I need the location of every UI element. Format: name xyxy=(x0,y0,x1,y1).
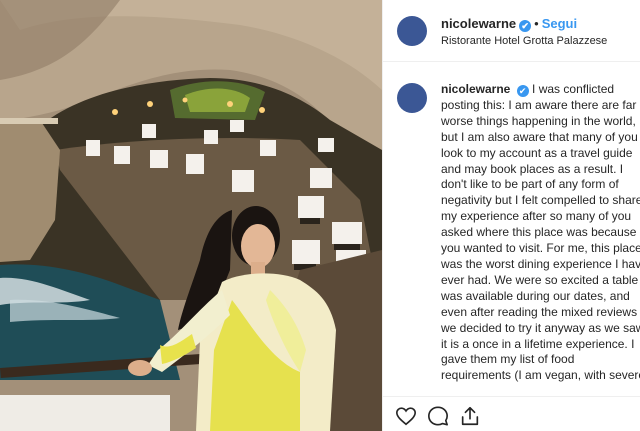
caption-line: asked where this place was because xyxy=(441,225,637,240)
caption-line: requirements (I am vegan, with severe xyxy=(441,368,640,383)
post-sidebar: nicolewarne ✔ • Segui Ristorante Hotel Grot… xyxy=(382,0,640,431)
caption-line: and may book places as a result. I xyxy=(441,161,624,176)
caption-username-link[interactable]: nicolewarne xyxy=(441,82,510,96)
caption-line: posting this: I am aware there are far xyxy=(441,97,637,112)
post-header: nicolewarne ✔ • Segui Ristorante Hotel Grot… xyxy=(383,0,640,62)
caption-line: gave them my list of food xyxy=(441,352,575,367)
instagram-post: nicolewarne ✔ • Segui Ristorante Hotel Grot… xyxy=(0,0,640,431)
action-bar xyxy=(383,396,640,431)
verified-badge-icon: ✔ xyxy=(519,20,532,32)
caption-section: nicolewarne ✔ I was conflicted posting t… xyxy=(383,62,640,396)
caption-line-text: I was conflicted xyxy=(532,82,615,96)
caption-line: ever had. We were so excited a table xyxy=(441,272,639,287)
verified-badge-icon: ✔ xyxy=(516,85,529,97)
caption-line: my experience after so many of you xyxy=(441,209,632,224)
username-link[interactable]: nicolewarne xyxy=(441,16,516,31)
comment-icon[interactable] xyxy=(427,405,449,427)
caption-line: was available during our dates, and xyxy=(441,288,630,303)
post-photo[interactable] xyxy=(0,0,382,431)
separator-dot: • xyxy=(534,16,539,31)
caption-text: nicolewarne ✔ I was conflicted posting t… xyxy=(441,82,640,384)
caption-line: you wanted to visit. For me, this place xyxy=(441,241,640,256)
caption-line: negativity but I felt compelled to share xyxy=(441,193,640,208)
caption-line: worse things happening in the world, xyxy=(441,113,636,128)
caption-line: we decided to try it anyway as we saw xyxy=(441,320,640,335)
grotto-restaurant-photo xyxy=(0,0,382,431)
caption-line: was the worst dining experience I have xyxy=(441,256,640,271)
header-user-line: nicolewarne ✔ • Segui xyxy=(441,16,577,32)
caption-line: nicolewarne ✔ I was conflicted xyxy=(441,82,640,98)
caption-avatar[interactable] xyxy=(397,83,427,113)
share-icon[interactable] xyxy=(459,405,481,427)
avatar[interactable] xyxy=(397,16,427,46)
caption-line: look to my account as a travel guide xyxy=(441,145,633,160)
caption-line: don't like to be part of any form of xyxy=(441,177,619,192)
caption-line: but I am also aware that many of you xyxy=(441,129,638,144)
heart-icon[interactable] xyxy=(395,405,417,427)
caption-line: even after reading the mixed reviews xyxy=(441,304,638,319)
follow-button[interactable]: Segui xyxy=(542,16,577,31)
location-link[interactable]: Ristorante Hotel Grotta Palazzese xyxy=(441,35,607,47)
caption-line: it is a once in a lifetime experience. I xyxy=(441,336,635,351)
